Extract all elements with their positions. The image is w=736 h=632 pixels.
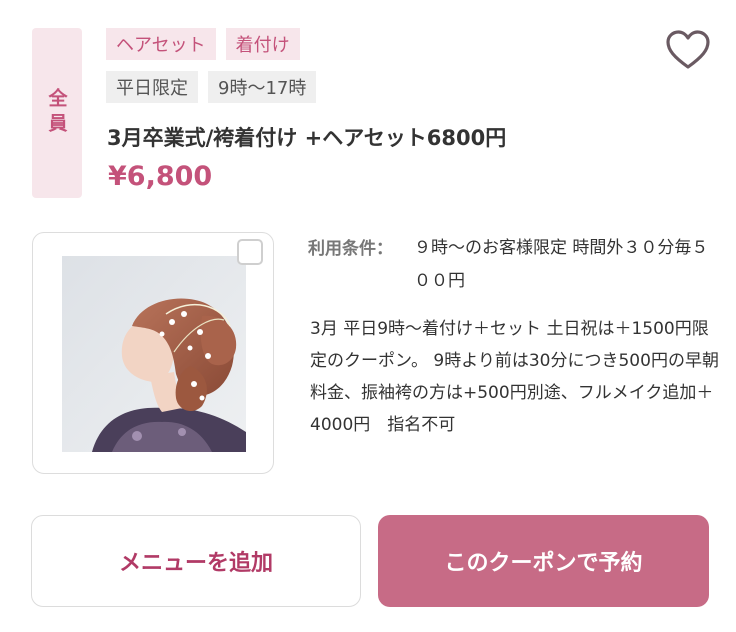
- condition-tags: 平日限定 9時〜17時: [106, 71, 317, 103]
- style-photo-card[interactable]: [32, 232, 274, 474]
- target-label: 全員: [45, 88, 68, 138]
- condition-tag-hours: 9時〜17時: [208, 71, 317, 103]
- hairstyle-photo: [62, 256, 246, 452]
- coupon-price: ¥6,800: [108, 161, 213, 192]
- add-menu-button[interactable]: メニューを追加: [31, 515, 361, 607]
- category-tag-hairset: ヘアセット: [106, 28, 216, 60]
- usage-condition-label: 利用条件：: [308, 239, 393, 259]
- category-tags: ヘアセット 着付け: [106, 28, 300, 60]
- target-badge: 全員: [32, 28, 82, 198]
- checkbox-icon[interactable]: [237, 239, 263, 265]
- reserve-with-coupon-button[interactable]: このクーポンで予約: [378, 515, 709, 607]
- usage-condition-text: ９時〜のお客様限定 時間外３０分毎５００円: [414, 238, 709, 291]
- condition-tag-weekday: 平日限定: [106, 71, 198, 103]
- heart-outline-icon: [666, 30, 710, 69]
- coupon-title: 3月卒業式/袴着付け +ヘアセット6800円: [107, 126, 507, 150]
- category-tag-kitsuke: 着付け: [225, 28, 300, 60]
- favorite-button[interactable]: [664, 28, 712, 72]
- coupon-description: 3月 平日9時〜着付け＋セット 土日祝は＋1500円限定のクーポン。 9時より前…: [310, 319, 719, 435]
